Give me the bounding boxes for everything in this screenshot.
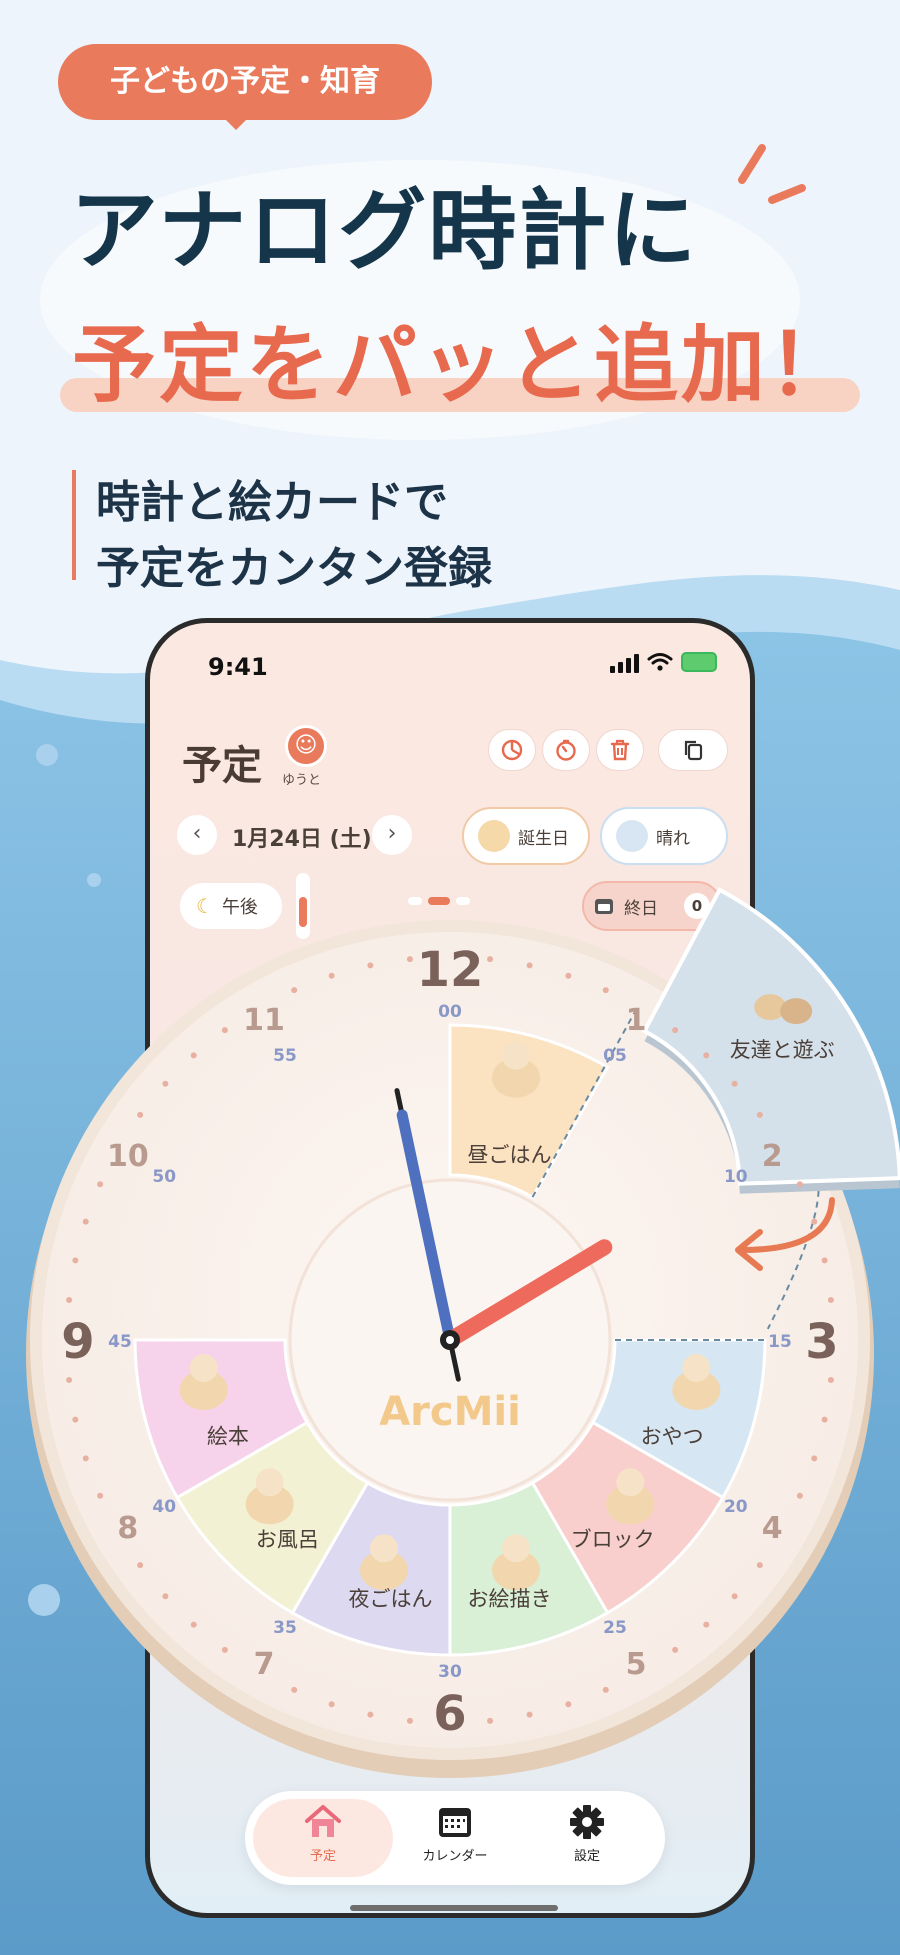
minute-tick: [406, 956, 413, 963]
minute-tick: [756, 1111, 763, 1118]
minute-tick: [97, 1181, 104, 1188]
minute-tick: [82, 1455, 89, 1462]
event-label: ブロック: [571, 1528, 655, 1552]
minute-tick: [367, 962, 374, 969]
event-label: おやつ: [641, 1425, 704, 1449]
minute-tick: [190, 1052, 197, 1059]
minute-tick: [190, 1621, 197, 1628]
minute-tick: [821, 1257, 828, 1264]
minute-tick: [565, 1701, 572, 1708]
minute-tick: [756, 1562, 763, 1569]
app-logo: ArcMii: [379, 1389, 521, 1435]
cat-head: [370, 1534, 399, 1563]
hour-number: 1: [626, 1003, 647, 1038]
cat-head: [189, 1353, 218, 1382]
event-label: 絵本: [207, 1425, 249, 1449]
hour-number: 2: [762, 1139, 783, 1174]
minute-label: 45: [108, 1332, 132, 1352]
minute-tick: [97, 1492, 104, 1499]
hour-number: 10: [107, 1139, 149, 1174]
minute-tick: [796, 1492, 803, 1499]
minute-tick: [672, 1646, 679, 1653]
minute-tick: [66, 1296, 73, 1303]
cat-head: [616, 1468, 645, 1497]
minute-tick: [811, 1218, 818, 1225]
minute-tick: [672, 1027, 679, 1034]
minute-tick: [796, 1181, 803, 1188]
minute-tick: [602, 987, 609, 994]
hour-number: 6: [433, 1686, 466, 1742]
minute-label: 40: [152, 1497, 176, 1517]
hour-number: 4: [762, 1511, 783, 1546]
minute-tick: [328, 1701, 335, 1708]
hand-pivot-center: [446, 1336, 454, 1344]
minute-label: 20: [724, 1497, 748, 1517]
minute-tick: [291, 1686, 298, 1693]
cat-head: [501, 1041, 530, 1070]
hour-number: 5: [626, 1647, 647, 1682]
cat-head: [255, 1468, 284, 1497]
minute-tick: [66, 1377, 73, 1384]
hour-number: 11: [243, 1003, 285, 1038]
minute-label: 05: [603, 1046, 627, 1066]
minute-tick: [827, 1377, 834, 1384]
minute-tick: [72, 1416, 79, 1423]
drag-card-label: 友達と遊ぶ: [730, 1038, 835, 1062]
minute-tick: [487, 956, 494, 963]
minute-tick: [221, 1027, 228, 1034]
minute-tick: [731, 1593, 738, 1600]
minute-tick: [328, 972, 335, 979]
minute-label: 15: [768, 1332, 792, 1352]
analog-clock[interactable]: 昼ごはんおやつブロックお絵描き夜ごはんお風呂絵本ArcMii 友達と遊ぶ 121…: [0, 0, 900, 1955]
hour-number: 9: [61, 1314, 94, 1370]
minute-tick: [526, 1711, 533, 1718]
minute-tick: [367, 1711, 374, 1718]
minute-tick: [162, 1593, 169, 1600]
hour-number: 7: [254, 1647, 275, 1682]
minute-tick: [221, 1646, 228, 1653]
minute-label: 35: [273, 1618, 297, 1638]
minute-tick: [827, 1296, 834, 1303]
minute-tick: [703, 1621, 710, 1628]
event-label: お絵描き: [468, 1587, 552, 1611]
minute-tick: [526, 962, 533, 969]
minute-label: 10: [724, 1167, 748, 1187]
hour-number: 12: [417, 942, 484, 998]
cat-body: [780, 998, 813, 1025]
minute-tick: [565, 972, 572, 979]
minute-label: 00: [438, 1002, 462, 1022]
cat-head: [682, 1353, 711, 1382]
minute-tick: [72, 1257, 79, 1264]
hour-number: 8: [117, 1511, 138, 1546]
minute-label: 30: [438, 1662, 462, 1682]
minute-label: 25: [603, 1618, 627, 1638]
minute-tick: [137, 1111, 144, 1118]
minute-tick: [406, 1717, 413, 1724]
hour-number: 3: [805, 1314, 838, 1370]
minute-tick: [602, 1686, 609, 1693]
minute-tick: [82, 1218, 89, 1225]
event-label: 昼ごはん: [468, 1143, 552, 1167]
minute-label: 50: [152, 1167, 176, 1187]
minute-label: 55: [273, 1046, 297, 1066]
minute-tick: [703, 1052, 710, 1059]
cat-head: [501, 1534, 530, 1563]
minute-tick: [487, 1717, 494, 1724]
minute-tick: [811, 1455, 818, 1462]
minute-tick: [162, 1080, 169, 1087]
minute-tick: [821, 1416, 828, 1423]
minute-tick: [731, 1080, 738, 1087]
event-label: 夜ごはん: [348, 1587, 432, 1611]
event-label: お風呂: [256, 1528, 319, 1552]
minute-tick: [137, 1562, 144, 1569]
minute-tick: [291, 987, 298, 994]
